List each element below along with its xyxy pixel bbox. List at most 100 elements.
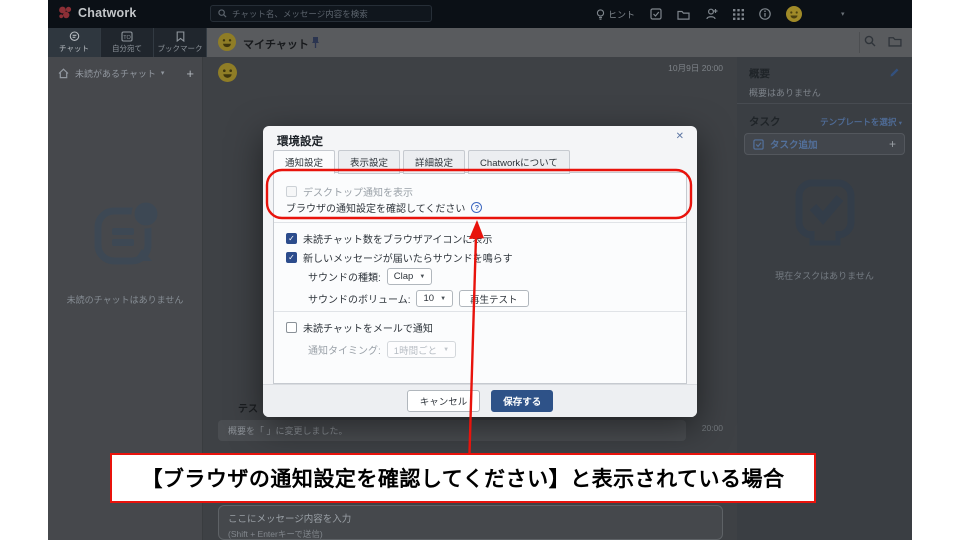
browser-notice-text: ブラウザの通知設定を確認してください (286, 200, 465, 215)
empty-chat-text: 未読のチャットはありません (48, 293, 202, 306)
dialog-title: 環境設定 (277, 133, 323, 149)
help-icon[interactable] (471, 202, 482, 213)
info-icon[interactable] (759, 8, 771, 20)
template-select-label: テンプレートを選択 (820, 117, 896, 127)
new-chat-button[interactable] (186, 67, 194, 80)
chat-avatar[interactable] (218, 33, 236, 51)
empty-task-illustration (785, 171, 865, 255)
tab-to-me-label: 自分宛て (112, 43, 142, 54)
mail-notification-checkbox[interactable] (286, 322, 297, 333)
save-button[interactable]: 保存する (491, 390, 553, 412)
search-placeholder: チャット名、メッセージ内容を検索 (232, 8, 368, 20)
user-avatar[interactable] (786, 6, 802, 22)
desktop-notification-checkbox[interactable] (286, 186, 297, 197)
sound-type-row: サウンドの種類: Clap (308, 268, 432, 285)
task-add-check-icon (753, 139, 764, 150)
tab-notification-settings[interactable]: 通知設定 (273, 150, 335, 174)
volume-row: サウンドのボリューム: 10 再生テスト (308, 290, 529, 307)
chat-search-icon[interactable] (864, 35, 876, 47)
tab-about-chatwork[interactable]: Chatworkについて (468, 150, 570, 174)
sound-label: 新しいメッセージが届いたらサウンドを鳴らす (303, 250, 513, 265)
task-check-icon[interactable] (650, 8, 662, 20)
add-task-label: タスク追加 (770, 137, 818, 151)
tab-bookmark-label: ブックマーク (158, 43, 203, 54)
unread-badge-checkbox[interactable] (286, 233, 297, 244)
sound-type-label: サウンドの種類: (308, 269, 381, 284)
svg-text:TO: TO (123, 35, 131, 41)
message-avatar[interactable] (218, 63, 237, 82)
volume-select[interactable]: 10 (416, 290, 453, 307)
overview-empty-text: 概要はありません (749, 86, 821, 99)
message-input[interactable]: ここにメッセージ内容を入力 (Shift + Enterキーで送信) (218, 505, 723, 540)
apps-grid-icon[interactable] (733, 9, 744, 20)
close-icon[interactable] (676, 131, 684, 142)
sound-type-value: Clap (394, 271, 414, 282)
edit-overview-icon[interactable] (889, 67, 900, 78)
volume-label: サウンドのボリューム: (308, 291, 410, 306)
date-stamp: 10月9日 20:00 (668, 62, 723, 74)
select-caret-icon (443, 347, 449, 353)
empty-task-text: 現在タスクはありません (737, 269, 912, 282)
header-divider (859, 32, 860, 53)
mail-notification-row: 未読チャットをメールで通知 (286, 320, 433, 335)
template-select-button[interactable]: テンプレートを選択 (820, 116, 902, 128)
system-message-text: 概要を「 」に変更しました。 (228, 424, 348, 437)
filter-caret-icon[interactable] (161, 69, 165, 77)
tab-to-me[interactable]: TO 自分宛て (101, 28, 154, 57)
system-message-time: 20:00 (702, 423, 723, 433)
global-search-input[interactable]: チャット名、メッセージ内容を検索 (210, 5, 432, 22)
home-icon[interactable] (58, 68, 69, 79)
lightbulb-icon (596, 9, 605, 20)
partial-message-text: テス (238, 400, 258, 415)
timing-select[interactable]: 1時間ごと (387, 341, 456, 358)
search-icon (218, 9, 227, 18)
add-task-plus-icon (889, 137, 896, 151)
chatwork-logo-icon (58, 5, 73, 20)
annotation-caption-text: 【ブラウザの通知設定を確認してください】と表示されている場合 (141, 463, 784, 493)
hint-button[interactable]: ヒント (596, 8, 635, 21)
settings-dialog: 環境設定 通知設定 表示設定 詳細設定 Chatworkについて デスクトップ通… (263, 126, 697, 417)
workspace-tabstrip: チャット TO 自分宛て ブックマーク (48, 28, 207, 57)
sound-row: 新しいメッセージが届いたらサウンドを鳴らす (286, 250, 513, 265)
tab-display-settings[interactable]: 表示設定 (338, 150, 400, 174)
pin-icon[interactable] (311, 36, 320, 49)
input-placeholder-line2: (Shift + Enterキーで送信) (228, 528, 713, 540)
cancel-button[interactable]: キャンセル (407, 390, 481, 412)
panel-divider (737, 103, 912, 104)
annotation-caption: 【ブラウザの通知設定を確認してください】と表示されている場合 (110, 453, 816, 503)
chat-bubble-icon (69, 31, 80, 42)
tab-chat[interactable]: チャット (48, 28, 101, 57)
input-placeholder-line1: ここにメッセージ内容を入力 (228, 511, 713, 525)
to-mention-icon: TO (121, 31, 133, 42)
task-title: タスク (749, 114, 781, 129)
section-divider (274, 222, 686, 223)
tab-bookmark[interactable]: ブックマーク (154, 28, 207, 57)
add-contact-icon[interactable] (705, 8, 718, 20)
chat-filter-label[interactable]: 未読があるチャット (75, 67, 156, 80)
bookmark-icon (176, 31, 185, 42)
overview-title: 概要 (749, 66, 770, 81)
timing-label: 通知タイミング: (308, 342, 381, 357)
select-caret-icon (440, 296, 446, 302)
play-test-button[interactable]: 再生テスト (459, 290, 529, 307)
chat-header-actions (864, 35, 902, 47)
empty-chat-illustration (86, 195, 166, 279)
chatwork-logo[interactable]: Chatwork (58, 5, 137, 20)
select-caret-icon (419, 274, 425, 280)
chat-filter-row: 未読があるチャット (58, 65, 194, 81)
hint-label: ヒント (608, 8, 635, 21)
add-task-button[interactable]: タスク追加 (744, 133, 905, 155)
dialog-tabs: 通知設定 表示設定 詳細設定 Chatworkについて (273, 151, 573, 173)
sound-type-select[interactable]: Clap (387, 268, 433, 285)
browser-notice-row: ブラウザの通知設定を確認してください (286, 200, 482, 215)
desktop-notification-row: デスクトップ通知を表示 (286, 184, 413, 199)
tab-chat-label: チャット (59, 43, 89, 54)
chevron-down-icon[interactable] (841, 10, 845, 18)
sound-checkbox[interactable] (286, 252, 297, 263)
folder-icon[interactable] (677, 9, 690, 20)
chat-folder-icon[interactable] (888, 35, 902, 47)
tab-advanced-settings[interactable]: 詳細設定 (403, 150, 465, 174)
notification-settings-panel: デスクトップ通知を表示 ブラウザの通知設定を確認してください 未読チャット数をブ… (273, 172, 687, 384)
timing-value: 1時間ごと (394, 343, 437, 357)
volume-value: 10 (423, 293, 434, 304)
